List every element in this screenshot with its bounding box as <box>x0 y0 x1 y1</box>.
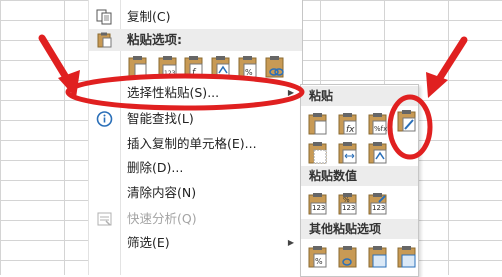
svg-text:%fx: %fx <box>374 125 387 133</box>
paste-values-section: 粘贴数值 <box>301 166 418 186</box>
transpose-icon[interactable] <box>367 141 389 165</box>
menu-item-paste-special[interactable]: 选择性粘贴(S)... ▶ <box>89 83 302 103</box>
clipboard-icon <box>97 32 112 48</box>
menu-item-clear-contents[interactable]: 清除内容(N) <box>89 182 302 204</box>
paste-special-label: 选择性粘贴(S)... <box>127 85 220 100</box>
values-icon[interactable]: 123 <box>307 192 329 216</box>
other-paste-header: 其他粘贴选项 <box>309 222 382 236</box>
menu-item-copy[interactable]: 复制(C) <box>89 6 302 28</box>
paste-options-row: 123 f % <box>120 53 302 81</box>
paste-all-icon[interactable] <box>307 112 329 136</box>
paste-icon[interactable] <box>127 55 149 79</box>
svg-text:123: 123 <box>164 70 176 77</box>
formatting-icon[interactable]: % <box>307 245 329 269</box>
svg-text:%: % <box>343 196 350 204</box>
insert-copied-label: 插入复制的单元格(E)... <box>127 136 257 151</box>
quick-analysis-label: 快速分析(Q) <box>127 211 197 226</box>
paste-link-icon[interactable] <box>264 55 286 79</box>
keep-column-widths-icon[interactable] <box>337 141 359 165</box>
paste-formulas-icon[interactable]: f <box>183 55 205 79</box>
context-menu: 复制(C) 粘贴选项: 123 f % 选择性粘贴(S)... ▶ 智能查找(L… <box>88 0 303 275</box>
paste-section: 粘贴 <box>301 86 418 106</box>
submenu-arrow-icon: ▶ <box>287 88 294 97</box>
values-source-formatting-tag: 123 <box>372 204 386 212</box>
info-icon <box>96 111 113 127</box>
svg-text:%: % <box>245 68 253 77</box>
picture-icon[interactable] <box>367 245 389 269</box>
menu-item-quick-analysis: 快速分析(Q) <box>89 208 302 230</box>
paste-formatting-icon[interactable]: % <box>237 55 259 79</box>
menu-item-insert-copied-cells[interactable]: 插入复制的单元格(E)... <box>89 133 302 155</box>
paste-formulas-number-format-icon[interactable]: %fx <box>367 112 389 136</box>
values-number-format-tag: 123 <box>342 204 356 212</box>
paste-options-header: 粘贴选项: <box>127 32 182 47</box>
paste-transpose-icon[interactable] <box>210 55 232 79</box>
copy-label: 复制(C) <box>127 9 171 24</box>
values-source-formatting-icon[interactable]: 123 <box>367 192 389 216</box>
clear-label: 清除内容(N) <box>127 185 197 200</box>
menu-item-smart-lookup[interactable]: 智能查找(L) <box>89 108 302 130</box>
no-borders-icon[interactable] <box>307 141 329 165</box>
svg-text:fx: fx <box>346 125 355 135</box>
paste-link-sub-icon[interactable] <box>337 245 359 269</box>
paste-values-icon[interactable]: 123 <box>157 55 179 79</box>
paste-special-submenu: 粘贴 fx %fx 粘贴数值 123 % 123 123 其他粘贴选项 % <box>300 84 419 277</box>
paste-header: 粘贴 <box>309 89 334 103</box>
paste-values-header: 粘贴数值 <box>309 169 358 183</box>
smart-lookup-label: 智能查找(L) <box>127 111 194 126</box>
values-tag: 123 <box>312 204 326 212</box>
copy-icon <box>96 9 112 25</box>
other-paste-section: 其他粘贴选项 <box>301 219 418 239</box>
svg-text:%: % <box>315 257 323 266</box>
menu-item-filter[interactable]: 筛选(E) ▶ <box>89 232 302 254</box>
values-number-format-icon[interactable]: % 123 <box>337 192 359 216</box>
paste-options-section: 粘贴选项: <box>89 29 302 51</box>
filter-label: 筛选(E) <box>127 235 170 250</box>
quick-analysis-icon <box>97 212 112 226</box>
paste-formulas-sub-icon[interactable]: fx <box>337 112 359 136</box>
delete-label: 删除(D)... <box>127 160 184 175</box>
submenu-arrow-icon: ▶ <box>287 238 294 247</box>
linked-picture-icon[interactable] <box>396 245 418 269</box>
keep-source-formatting-icon[interactable] <box>396 109 418 133</box>
menu-item-delete[interactable]: 删除(D)... <box>89 157 302 179</box>
